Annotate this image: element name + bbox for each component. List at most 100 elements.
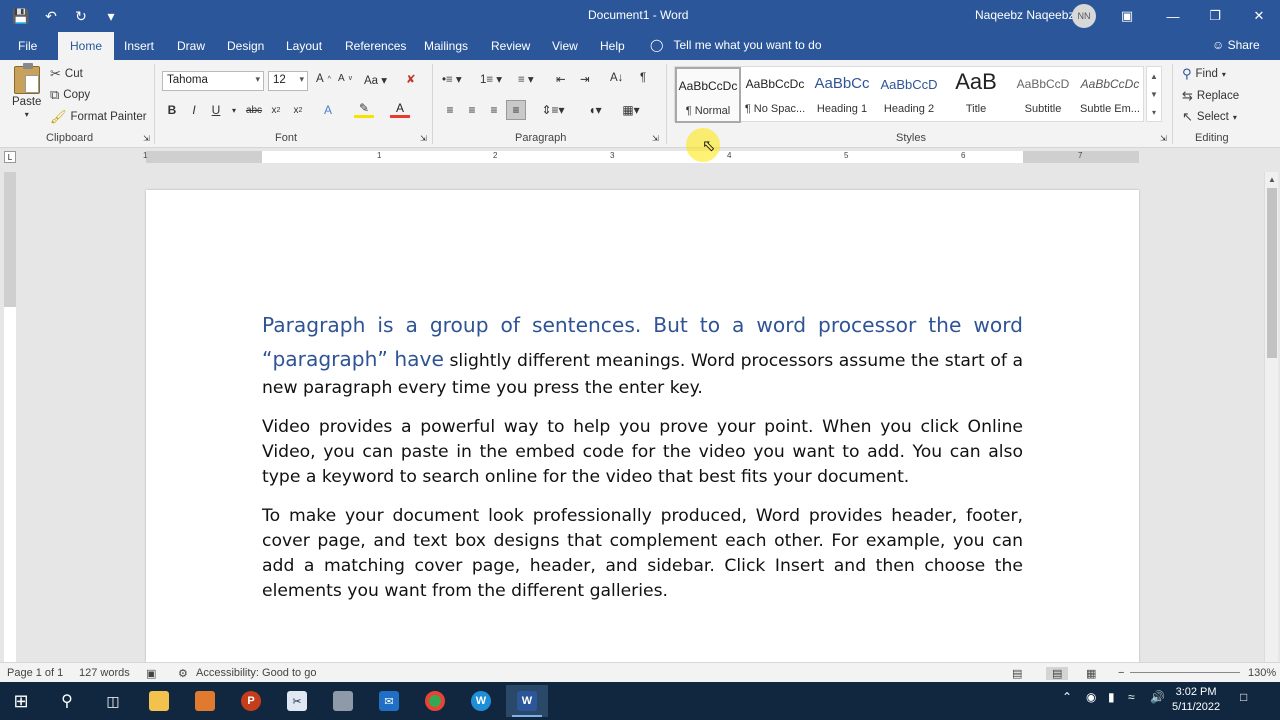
borders-icon[interactable]: ▦▾: [616, 100, 646, 120]
bullets-icon[interactable]: •≡ ▾: [442, 72, 462, 86]
change-case-icon[interactable]: Aa ▾: [364, 73, 387, 87]
style-subtle-emphasis[interactable]: AaBbCcDc Subtle Em...: [1077, 67, 1143, 123]
chevron-down-icon[interactable]: ▼: [1150, 90, 1158, 99]
redo-icon[interactable]: ↻: [68, 4, 94, 28]
tab-references[interactable]: References: [345, 39, 406, 53]
clear-formatting-icon[interactable]: ✘: [406, 72, 416, 86]
share-button[interactable]: ☺ Share: [1212, 38, 1260, 52]
shading-icon[interactable]: ◖▾: [580, 100, 610, 120]
copy-button[interactable]: ⧉ Copy: [50, 87, 90, 103]
tab-view[interactable]: View: [552, 39, 578, 53]
numbering-icon[interactable]: 1≡ ▾: [480, 72, 502, 86]
proofing-icon[interactable]: ▣: [146, 667, 156, 680]
snip-icon[interactable]: ✂: [276, 685, 318, 717]
grow-font-icon[interactable]: A ^: [316, 73, 331, 85]
meet-icon[interactable]: ◉: [1086, 690, 1096, 704]
bold-icon[interactable]: B: [162, 100, 182, 120]
task-view-icon[interactable]: ◫: [92, 685, 134, 717]
search-icon[interactable]: ⚲: [46, 685, 88, 717]
align-left-icon[interactable]: ≡: [440, 100, 460, 120]
close-icon[interactable]: ✕: [1236, 0, 1280, 32]
italic-icon[interactable]: I: [184, 100, 204, 120]
paragraph-1[interactable]: Paragraph is a group of sentences. But t…: [262, 308, 1023, 401]
paste-button[interactable]: Paste ▾: [12, 63, 41, 119]
align-right-icon[interactable]: ≡: [484, 100, 504, 120]
zoom-slider[interactable]: [1130, 672, 1240, 673]
tab-selector[interactable]: L: [4, 151, 16, 163]
tab-file[interactable]: File: [18, 39, 37, 53]
chevron-up-icon[interactable]: ▲: [1150, 72, 1158, 81]
tab-insert[interactable]: Insert: [124, 39, 154, 53]
justify-icon[interactable]: ≡: [506, 100, 526, 120]
wifi-icon[interactable]: ≈: [1128, 690, 1135, 704]
tab-draw[interactable]: Draw: [177, 39, 205, 53]
style-no-spacing[interactable]: AaBbCcDc ¶ No Spac...: [742, 67, 808, 123]
word-icon[interactable]: W: [506, 685, 548, 717]
text-effects-icon[interactable]: A: [318, 100, 338, 120]
customize-icon[interactable]: ▾: [98, 4, 124, 28]
font-color-icon[interactable]: A: [390, 100, 410, 118]
tab-review[interactable]: Review: [491, 39, 530, 53]
vertical-scrollbar[interactable]: ▲: [1264, 172, 1278, 662]
styles-launcher-icon[interactable]: ⇲: [1160, 134, 1167, 143]
multilevel-list-icon[interactable]: ≡ ▾: [518, 72, 534, 86]
tab-mailings[interactable]: Mailings: [424, 39, 468, 53]
notifications-icon[interactable]: □: [1240, 690, 1247, 704]
highlight-icon[interactable]: ✎: [354, 100, 374, 118]
strikethrough-icon[interactable]: abc: [244, 100, 264, 120]
clipboard-launcher-icon[interactable]: ⇲: [143, 134, 150, 143]
decrease-indent-icon[interactable]: ⇤: [556, 72, 566, 86]
scroll-thumb[interactable]: [1267, 188, 1277, 358]
battery-icon[interactable]: ▮: [1108, 690, 1115, 704]
app-icon[interactable]: [322, 685, 364, 717]
vertical-ruler[interactable]: [4, 172, 16, 662]
format-painter-button[interactable]: 🖌 Format Painter: [50, 109, 147, 125]
volume-icon[interactable]: 🔊: [1150, 690, 1165, 704]
style-heading-2[interactable]: AaBbCcD Heading 2: [876, 67, 942, 123]
read-mode-icon[interactable]: ▤: [1012, 667, 1022, 680]
align-center-icon[interactable]: ≡: [462, 100, 482, 120]
tab-home[interactable]: Home: [58, 32, 115, 60]
chevron-down-icon[interactable]: ▾: [224, 100, 244, 120]
chevron-up-icon[interactable]: ▲: [1265, 172, 1279, 186]
paragraph-3[interactable]: To make your document look professionall…: [262, 504, 1023, 604]
increase-indent-icon[interactable]: ⇥: [580, 72, 590, 86]
document-body[interactable]: Paragraph is a group of sentences. But t…: [262, 308, 1023, 618]
styles-scroll[interactable]: ▲ ▼ ▾: [1146, 66, 1162, 122]
find-button[interactable]: ⚲ Find ▾: [1182, 66, 1226, 82]
minimize-icon[interactable]: —: [1150, 0, 1196, 32]
cut-button[interactable]: ✂ Cut: [50, 66, 83, 82]
style-subtitle[interactable]: AaBbCcD Subtitle: [1010, 67, 1076, 123]
tab-help[interactable]: Help: [600, 39, 625, 53]
shrink-font-icon[interactable]: Av: [338, 73, 352, 84]
zoom-level[interactable]: 130%: [1248, 667, 1276, 679]
tell-me-search[interactable]: ◯ Tell me what you want to do: [650, 38, 822, 52]
style-title[interactable]: AaB Title: [943, 67, 1009, 123]
font-launcher-icon[interactable]: ⇲: [420, 134, 427, 143]
more-icon[interactable]: ▾: [1152, 108, 1156, 117]
style-heading-1[interactable]: AaBbCc Heading 1: [809, 67, 875, 123]
document-page[interactable]: Paragraph is a group of sentences. But t…: [146, 190, 1139, 662]
sort-icon[interactable]: A↓: [610, 72, 623, 84]
tab-layout[interactable]: Layout: [286, 39, 322, 53]
mail-icon[interactable]: ✉: [368, 685, 410, 717]
chrome-icon[interactable]: [414, 685, 456, 717]
replace-button[interactable]: ⇆ Replace: [1182, 88, 1239, 104]
paragraph-2[interactable]: Video provides a powerful way to help yo…: [262, 415, 1023, 490]
start-icon[interactable]: ⊞: [0, 685, 42, 717]
underline-icon[interactable]: U: [206, 100, 226, 120]
font-name-combo[interactable]: Tahoma ▾: [162, 71, 264, 91]
chevron-up-icon[interactable]: ⌃: [1062, 690, 1072, 704]
accessibility-status[interactable]: Accessibility: Good to go: [196, 667, 316, 679]
powerpoint-icon[interactable]: P: [230, 685, 272, 717]
user-name[interactable]: Naqeebz Naqeebz: [975, 8, 1074, 22]
word-count[interactable]: 127 words: [79, 667, 130, 679]
file-explorer-icon[interactable]: [138, 685, 180, 717]
print-layout-icon[interactable]: ▤: [1046, 667, 1069, 680]
paragraph-launcher-icon[interactable]: ⇲: [652, 134, 659, 143]
web-layout-icon[interactable]: ▦: [1086, 667, 1096, 680]
font-size-combo[interactable]: 12 ▾: [268, 71, 308, 91]
photos-icon[interactable]: [184, 685, 226, 717]
select-button[interactable]: ↖ Select ▾: [1182, 109, 1237, 125]
ribbon-display-icon[interactable]: ▣: [1104, 0, 1150, 32]
